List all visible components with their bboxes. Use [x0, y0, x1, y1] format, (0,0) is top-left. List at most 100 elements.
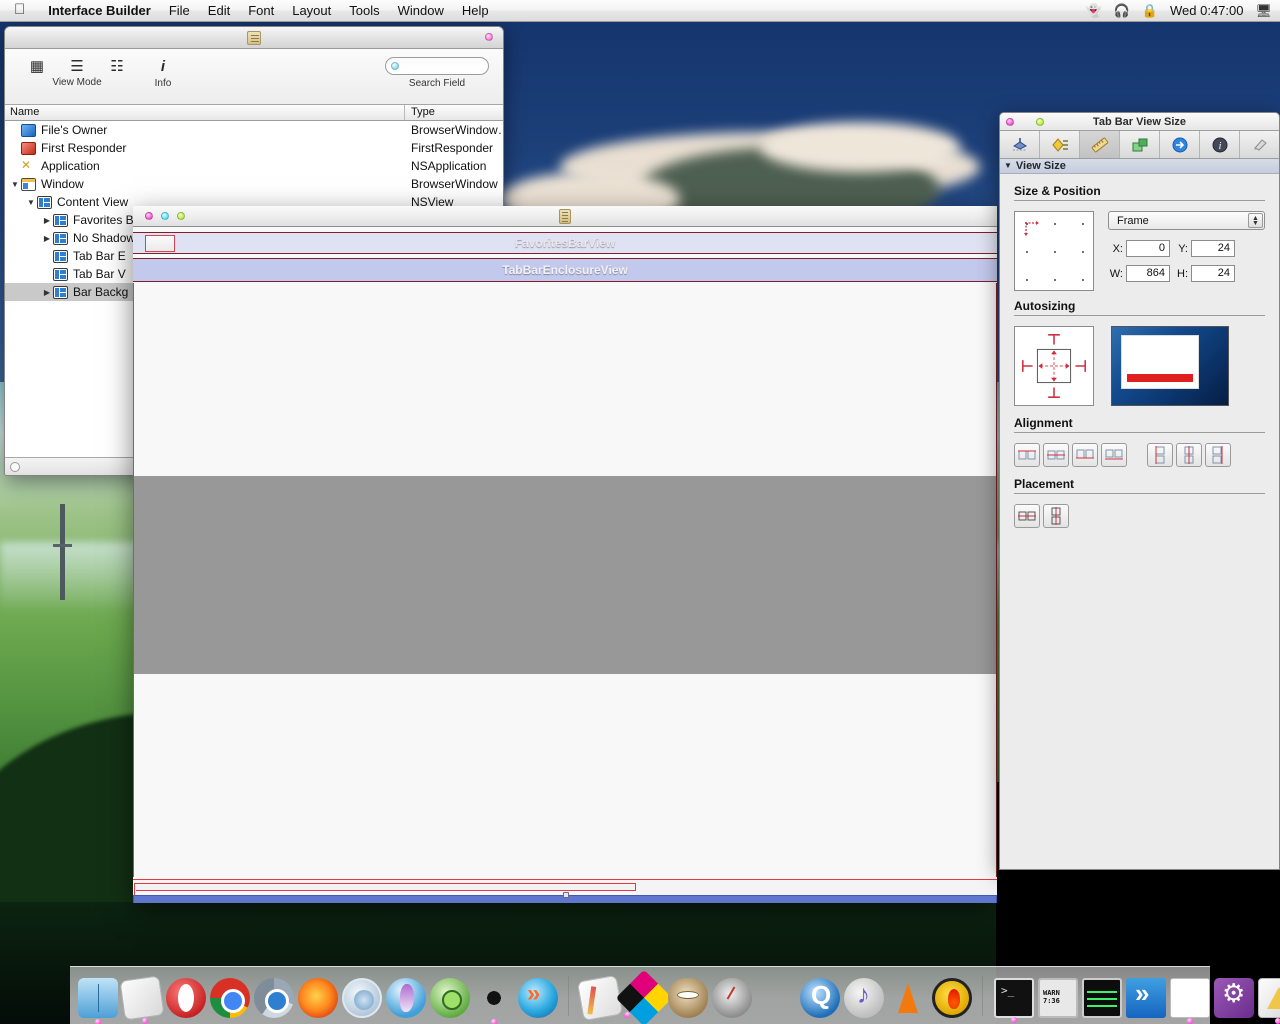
table-row[interactable]: File's Owner BrowserWindow…	[5, 121, 503, 139]
dock-item-x11[interactable]	[1170, 978, 1210, 1024]
attributes-tab[interactable]	[1000, 131, 1040, 158]
dock-item-firefox[interactable]	[298, 978, 338, 1018]
dock-item-camino[interactable]	[430, 978, 470, 1018]
menubar-clock[interactable]: Wed 0:47:00	[1170, 3, 1243, 18]
icon-view-icon[interactable]: ▦	[17, 55, 57, 77]
dock-item-opera[interactable]	[166, 978, 206, 1018]
x-field[interactable]: 0	[1126, 240, 1170, 257]
align-vertical-centers-button[interactable]	[1176, 443, 1202, 467]
inspector-tab-bar[interactable]: i	[1000, 131, 1279, 159]
table-row[interactable]: ▼ Window BrowserWindow	[5, 175, 503, 193]
design-window-body[interactable]: FavoritesBarView TabBarEnclosureView Tab…	[133, 227, 997, 903]
column-header-name[interactable]: Name	[5, 105, 405, 120]
menu-file[interactable]: File	[160, 0, 199, 22]
size-tab[interactable]	[1080, 131, 1120, 158]
tab-bar-view[interactable]: TabBarView	[133, 892, 997, 903]
h-field[interactable]: 24	[1191, 265, 1235, 282]
align-top-edges-button[interactable]	[1147, 443, 1173, 467]
inspector-panel[interactable]: Tab Bar View Size i ▼ View Size Size & P…	[999, 112, 1280, 870]
ghost-icon[interactable]: 👻	[1085, 4, 1101, 17]
headphones-icon[interactable]: 🎧	[1114, 4, 1130, 17]
inspector-titlebar[interactable]: Tab Bar View Size	[1000, 113, 1279, 131]
dock-item-safari[interactable]	[342, 978, 382, 1018]
align-horizontal-equal-button[interactable]	[1101, 443, 1127, 467]
dock-item-vlc[interactable]	[888, 978, 928, 1018]
identity-tab[interactable]: i	[1200, 131, 1240, 158]
menu-layout[interactable]: Layout	[283, 0, 340, 22]
place-horizontally-button[interactable]	[1014, 504, 1040, 528]
dock-item-gimpshop[interactable]	[615, 969, 673, 1024]
dock-item-gimp[interactable]	[668, 978, 708, 1018]
help-tab[interactable]	[1240, 131, 1279, 158]
status-knob-icon[interactable]	[10, 462, 20, 472]
lock-icon[interactable]: 🔒	[1142, 4, 1158, 17]
dock-item-prefs[interactable]	[1214, 978, 1254, 1018]
column-view-icon[interactable]: ☷	[97, 55, 137, 77]
disclosure-triangle-icon[interactable]: ▼	[25, 198, 37, 207]
menu-edit[interactable]: Edit	[199, 0, 239, 22]
w-field[interactable]: 864	[1126, 265, 1170, 282]
menu-window[interactable]: Window	[389, 0, 453, 22]
dock-item-firefox-next[interactable]	[518, 978, 558, 1018]
display-icon[interactable]: 🖥	[1255, 4, 1272, 17]
dock-item-terminal[interactable]	[994, 978, 1034, 1023]
browser-window-canvas[interactable]: FavoritesBarView TabBarEnclosureView Tab…	[133, 206, 997, 903]
dock-item-chrome[interactable]	[210, 978, 250, 1018]
effects-tab[interactable]	[1160, 131, 1200, 158]
dock-item-chromium[interactable]	[254, 978, 294, 1018]
chevron-updown-icon[interactable]: ▲ ▼	[1248, 213, 1263, 228]
bindings-tab[interactable]	[1120, 131, 1160, 158]
info-italic-icon[interactable]: i	[143, 55, 183, 77]
dock-item-textedit[interactable]	[119, 975, 165, 1024]
menu-help[interactable]: Help	[453, 0, 498, 22]
content-view-area[interactable]	[133, 283, 997, 877]
disclosure-triangle-icon[interactable]: ▶	[41, 216, 53, 225]
connections-tab[interactable]	[1040, 131, 1080, 158]
autosizing-control[interactable]	[1014, 326, 1094, 406]
dock[interactable]	[70, 966, 1280, 1024]
menu-font[interactable]: Font	[239, 0, 283, 22]
dock-item-activity[interactable]	[1082, 978, 1122, 1018]
dock-item-finder[interactable]	[78, 978, 118, 1024]
align-horizontal-centers-button[interactable]	[1043, 443, 1069, 467]
disclosure-triangle-icon[interactable]: ▶	[41, 234, 53, 243]
table-row[interactable]: First Responder FirstResponder	[5, 139, 503, 157]
menu-tools[interactable]: Tools	[340, 0, 388, 22]
close-icon[interactable]	[485, 33, 493, 41]
close-icon[interactable]	[1006, 118, 1014, 126]
align-right-edges-button[interactable]	[1072, 443, 1098, 467]
align-left-edges-button[interactable]	[1014, 443, 1040, 467]
column-header-type[interactable]: Type	[405, 105, 503, 120]
y-field[interactable]: 24	[1191, 240, 1235, 257]
apple-menu-icon[interactable]: 	[14, 2, 25, 17]
favorites-bar-view[interactable]: FavoritesBarView	[133, 232, 997, 254]
disclosure-triangle-icon[interactable]: ▼	[9, 180, 21, 189]
zoom-icon[interactable]	[177, 212, 185, 220]
dock-item-seamonkey[interactable]	[386, 978, 426, 1018]
dock-item-console[interactable]	[1038, 978, 1078, 1018]
dock-item-graphic-tools[interactable]	[756, 978, 796, 1018]
search-input[interactable]	[385, 57, 489, 75]
table-row[interactable]: Application NSApplication	[5, 157, 503, 175]
zoom-icon[interactable]	[1036, 118, 1044, 126]
frame-mode-popup[interactable]: Frame ▲ ▼	[1108, 211, 1265, 230]
resize-handle-top[interactable]	[563, 892, 569, 898]
tab-bar-enclosure-view[interactable]: TabBarEnclosureView	[133, 258, 997, 282]
minimize-icon[interactable]	[161, 212, 169, 220]
close-icon[interactable]	[145, 212, 153, 220]
menu-app-name[interactable]: Interface Builder	[39, 0, 160, 22]
disclosure-triangle-icon[interactable]: ▶	[41, 288, 53, 297]
dock-item-darktable[interactable]	[712, 978, 752, 1018]
dock-item-interface-builder[interactable]	[1258, 978, 1280, 1024]
section-disclosure-icon[interactable]: ▼	[1004, 159, 1012, 173]
dock-item-xcode[interactable]	[1126, 978, 1166, 1018]
align-bottom-edges-button[interactable]	[1205, 443, 1231, 467]
list-view-icon[interactable]: ☰	[57, 55, 97, 77]
inspector-section-header[interactable]: ▼ View Size	[1000, 159, 1279, 174]
dock-item-burn[interactable]	[932, 978, 972, 1018]
anchor-point-grid[interactable]	[1014, 211, 1094, 291]
document-titlebar[interactable]	[5, 27, 503, 49]
dock-item-itunes[interactable]	[844, 978, 884, 1018]
dock-item-quicktime[interactable]	[800, 978, 840, 1018]
design-window-titlebar[interactable]	[133, 206, 997, 227]
